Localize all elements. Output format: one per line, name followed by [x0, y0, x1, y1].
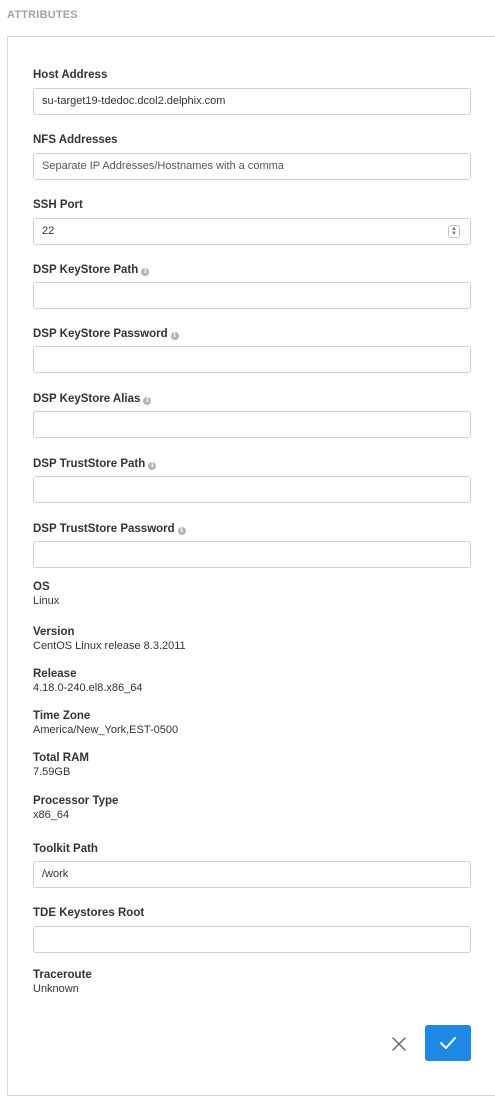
dsp-truststore-password-label: DSP TrustStore Password i	[33, 522, 186, 536]
traceroute-label: Traceroute	[33, 969, 92, 981]
confirm-button[interactable]	[425, 1025, 471, 1061]
close-icon	[392, 1037, 406, 1051]
tde-keystores-root-input[interactable]	[33, 926, 471, 953]
section-header: ATTRIBUTES	[7, 9, 78, 21]
time-zone-label: Time Zone	[33, 710, 91, 722]
processor-type-value: x86_64	[33, 809, 70, 821]
toolkit-path-label: Toolkit Path	[33, 843, 98, 855]
checkmark-icon	[440, 1037, 456, 1049]
dsp-truststore-password-label-text: DSP TrustStore Password	[33, 523, 175, 535]
info-icon[interactable]: i	[177, 527, 186, 535]
total-ram-value: 7.59GB	[33, 766, 71, 778]
traceroute-value: Unknown	[33, 983, 79, 995]
spinner-icon[interactable]: ▲ ▼	[448, 225, 460, 238]
info-icon[interactable]: i	[143, 397, 152, 405]
info-icon[interactable]: i	[148, 462, 157, 470]
dsp-truststore-path-input[interactable]	[33, 476, 471, 503]
version-value: CentOS Linux release 8.3.2011	[33, 640, 186, 652]
time-zone-value: America/New_York,EST-0500	[33, 724, 179, 736]
nfs-addresses-input[interactable]: Separate IP Addresses/Hostnames with a c…	[33, 153, 471, 180]
cancel-button[interactable]	[389, 1034, 409, 1054]
toolkit-path-input[interactable]: /work	[33, 861, 471, 888]
dsp-keystore-path-label: DSP KeyStore Path i	[33, 263, 150, 277]
dsp-keystore-path-label-text: DSP KeyStore Path	[33, 264, 139, 276]
ssh-port-value: 22	[42, 225, 55, 237]
os-label: OS	[33, 581, 50, 593]
total-ram-label: Total RAM	[33, 752, 90, 764]
host-address-input[interactable]: su-target19-tdedoc.dcol2.delphix.com	[33, 88, 471, 115]
nfs-addresses-label: NFS Addresses	[33, 134, 118, 146]
processor-type-label: Processor Type	[33, 795, 119, 807]
info-icon[interactable]: i	[141, 268, 150, 276]
os-value: Linux	[33, 595, 60, 607]
release-value: 4.18.0-240.el8.x86_64	[33, 682, 143, 694]
dsp-keystore-password-label-text: DSP KeyStore Password	[33, 328, 168, 340]
dsp-keystore-password-label: DSP KeyStore Password i	[33, 327, 179, 341]
tde-keystores-root-label: TDE Keystores Root	[33, 907, 145, 919]
version-label: Version	[33, 626, 75, 638]
info-icon[interactable]: i	[170, 332, 179, 340]
dsp-truststore-password-input[interactable]	[33, 541, 471, 568]
dsp-keystore-alias-input[interactable]	[33, 411, 471, 438]
dsp-keystore-path-input[interactable]	[33, 282, 471, 309]
dsp-keystore-alias-label-text: DSP KeyStore Alias	[33, 393, 141, 405]
ssh-port-input[interactable]: 22 ▲ ▼	[33, 218, 471, 245]
dsp-truststore-path-label-text: DSP TrustStore Path	[33, 458, 146, 470]
host-address-label: Host Address	[33, 69, 108, 81]
dsp-keystore-alias-label: DSP KeyStore Alias i	[33, 392, 152, 406]
dsp-keystore-password-input[interactable]	[33, 346, 471, 373]
release-label: Release	[33, 668, 77, 680]
dsp-truststore-path-label: DSP TrustStore Path i	[33, 457, 157, 471]
ssh-port-label: SSH Port	[33, 199, 83, 211]
